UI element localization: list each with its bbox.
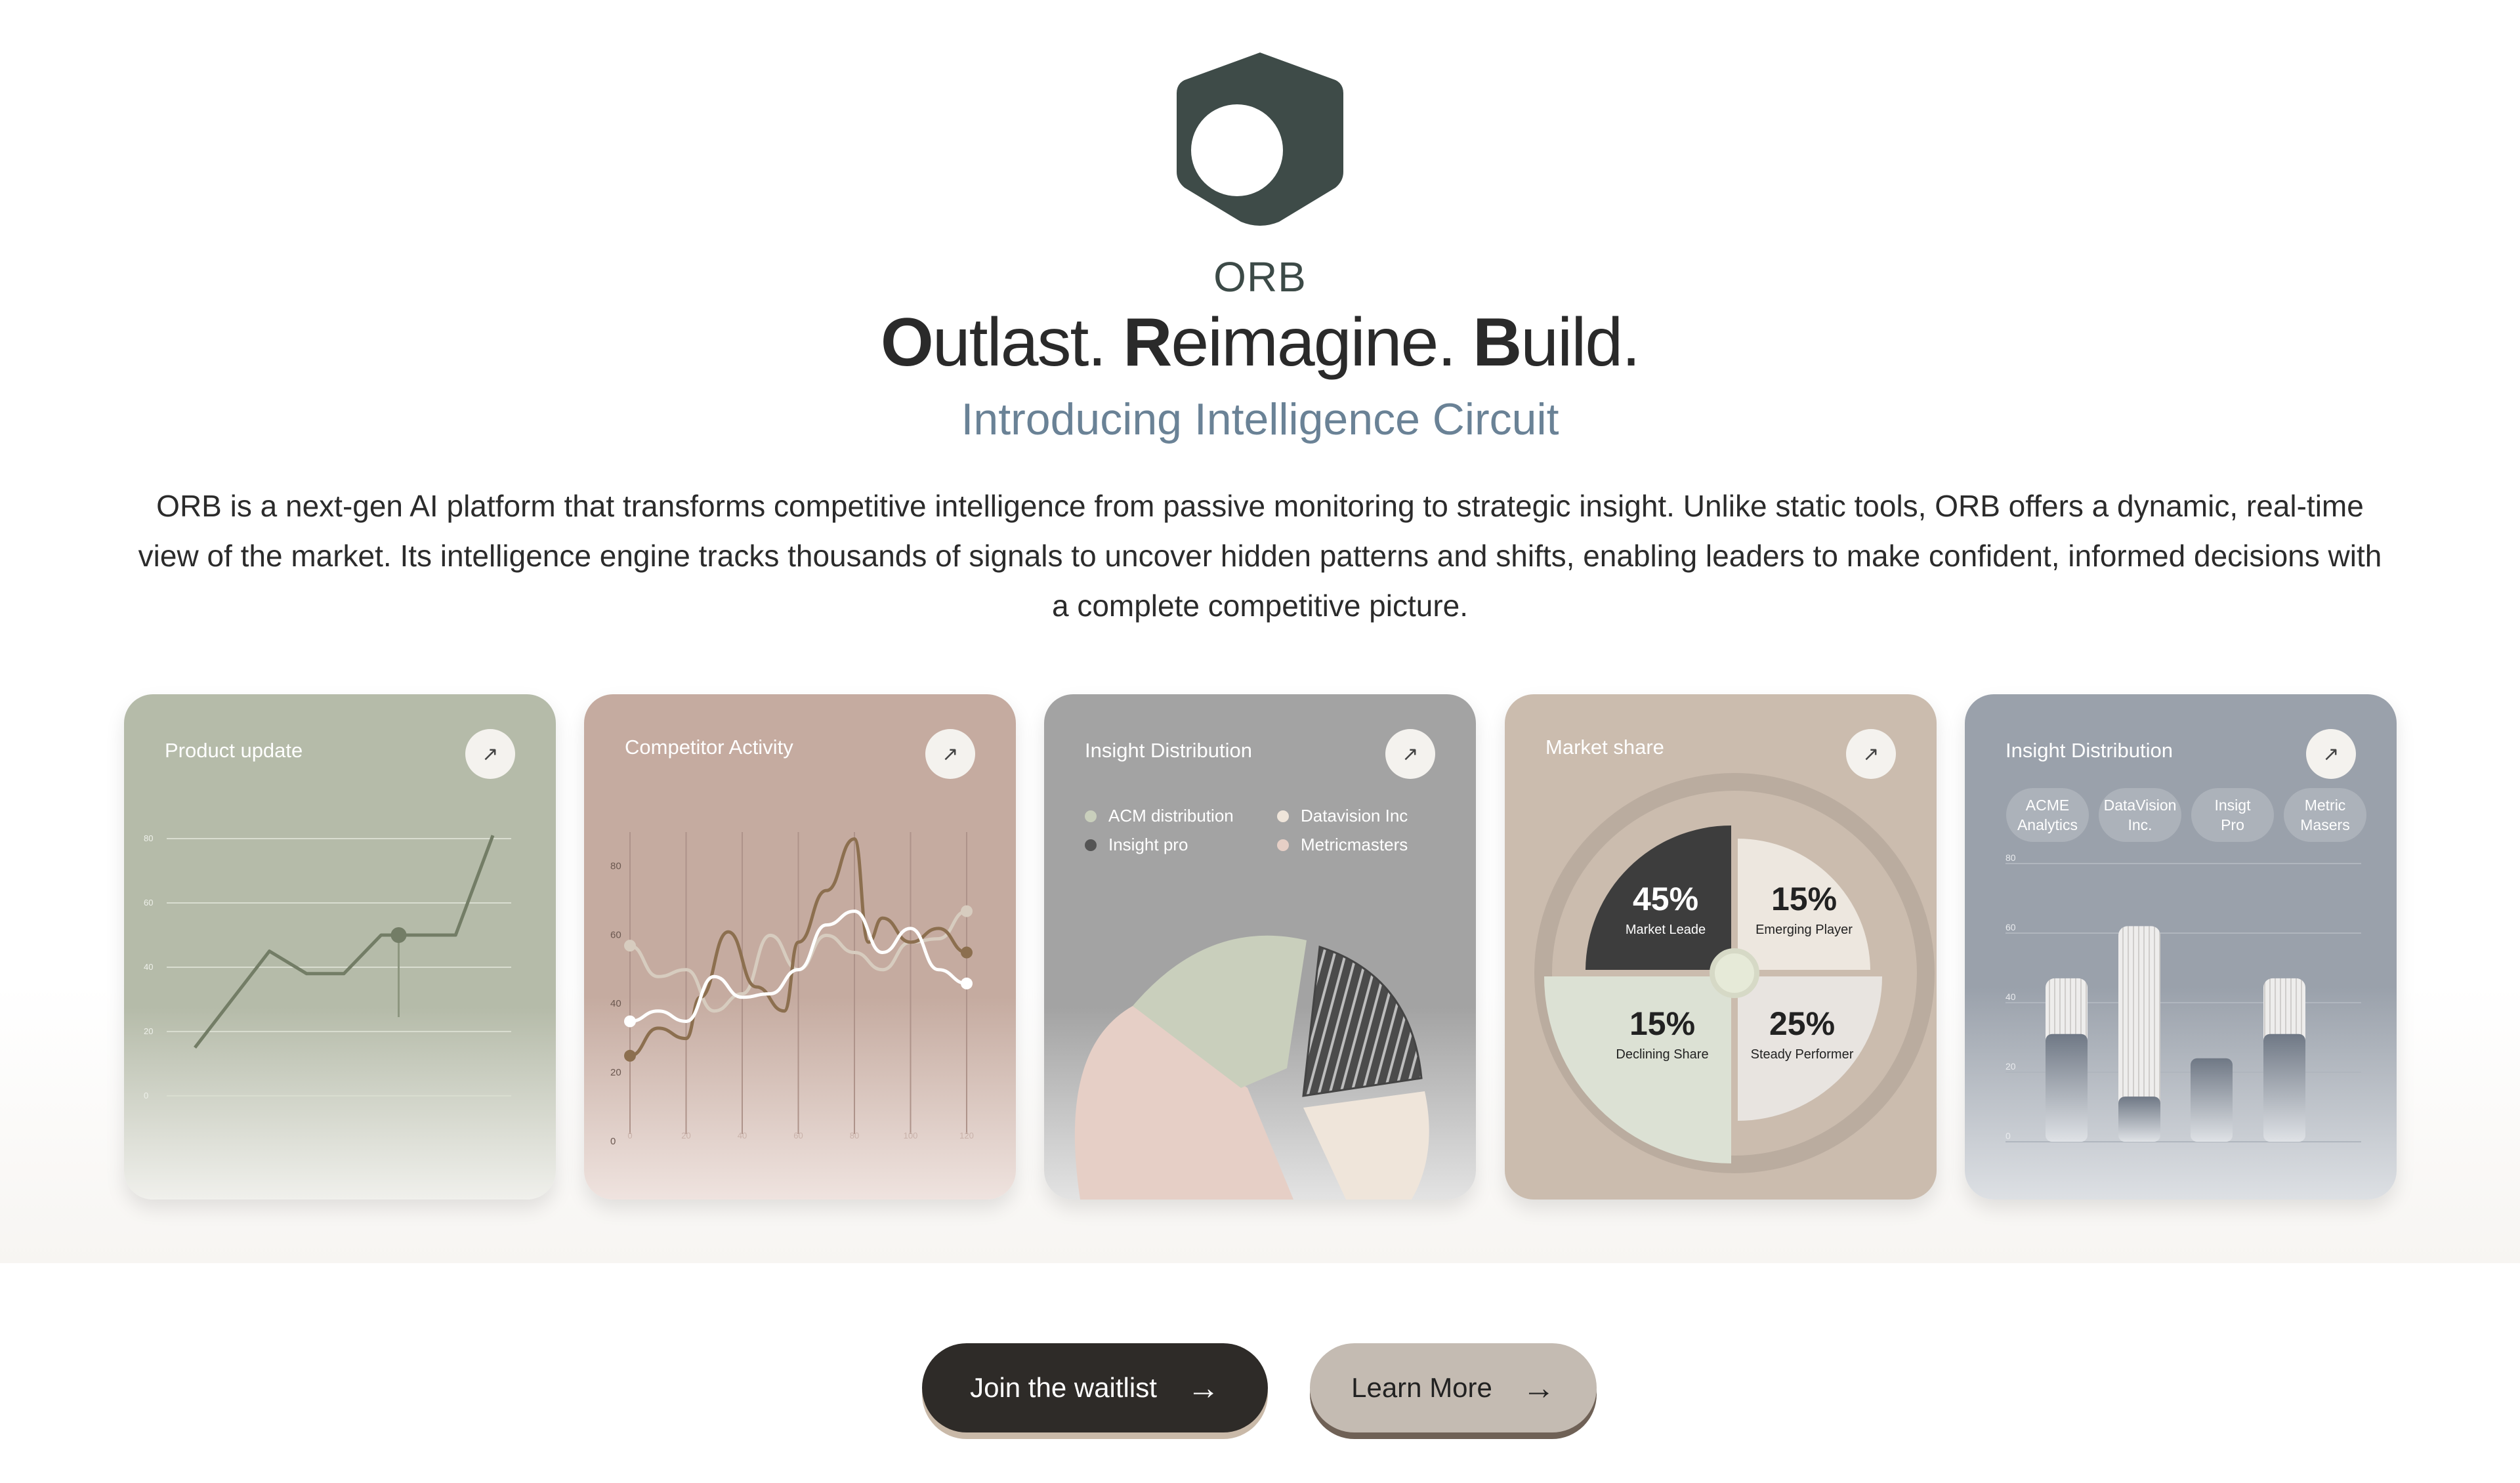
y-tick-label: 60 xyxy=(610,929,621,940)
slice-value: 25% xyxy=(1769,1005,1836,1042)
card-title: Competitor Activity xyxy=(625,736,793,759)
open-card-button[interactable]: ↗ xyxy=(1385,729,1435,779)
legend-swatch xyxy=(1277,810,1289,822)
bar-lower xyxy=(2046,1034,2088,1142)
x-tick-label: 60 xyxy=(793,1131,803,1140)
button-label: Learn More xyxy=(1351,1372,1492,1403)
line-series xyxy=(194,835,495,1049)
y-tick-label: 60 xyxy=(2006,922,2016,932)
slice-value: 15% xyxy=(1771,881,1838,917)
card-competitor-activity[interactable]: 0 20 40 60 80 100 120 80 60 40 20 0 Competitor Acti… xyxy=(584,694,1016,1200)
legend-swatch xyxy=(1085,839,1097,851)
y-tick-label: 40 xyxy=(144,962,153,972)
x-tick-label: 100 xyxy=(904,1131,918,1140)
card-title: Product update xyxy=(165,739,303,762)
orb-logo-icon xyxy=(1177,52,1343,226)
pie-slice-insight-pro xyxy=(1302,946,1423,1097)
y-tick-label: 20 xyxy=(144,1026,153,1036)
y-tick-label: 60 xyxy=(144,898,153,908)
data-point-marker xyxy=(624,1015,636,1028)
slice-label: Steady Performer xyxy=(1750,1047,1854,1062)
arrow-right-icon: → xyxy=(1522,1369,1555,1406)
center-knob xyxy=(1710,948,1759,998)
x-tick-label: 20 xyxy=(681,1131,690,1140)
y-tick-label: 40 xyxy=(610,998,621,1009)
slice-value: 45% xyxy=(1632,881,1699,917)
card-insight-distribution[interactable]: Insight Distribution ↗ ACM distribution … xyxy=(1044,694,1476,1200)
legend-item: Insight pro xyxy=(1085,835,1188,855)
learn-more-button[interactable]: Learn More → xyxy=(1310,1343,1597,1432)
y-tick-label: 0 xyxy=(2006,1131,2011,1141)
button-label: Join the waitlist xyxy=(970,1372,1157,1403)
arrow-up-right-icon: ↗ xyxy=(482,743,499,765)
join-waitlist-button[interactable]: Join the waitlist → xyxy=(922,1343,1268,1432)
slice-value: 15% xyxy=(1629,1005,1696,1042)
y-tick-label: 80 xyxy=(144,833,153,843)
data-point-marker xyxy=(961,977,973,990)
x-tick-label: 80 xyxy=(850,1131,859,1140)
slice-label: Declining Share xyxy=(1616,1047,1709,1062)
y-tick-label: 80 xyxy=(610,860,621,871)
data-point-marker xyxy=(624,940,636,952)
open-card-button[interactable]: ↗ xyxy=(925,729,975,779)
y-tick-label: 0 xyxy=(610,1136,616,1147)
legend-swatch xyxy=(1277,839,1289,851)
bar-lower xyxy=(2263,1034,2305,1142)
subheadline: Introducing Intelligence Circuit xyxy=(961,394,1559,444)
card-title: Insight Distribution xyxy=(2006,739,2174,762)
y-tick-label: 40 xyxy=(2006,992,2016,1002)
legend-item: Datavision Inc xyxy=(1277,806,1408,826)
open-card-button[interactable]: ↗ xyxy=(465,729,515,779)
filter-pill[interactable]: Metric Masers xyxy=(2284,788,2366,842)
data-point-marker xyxy=(390,927,407,943)
brand-name: ORB xyxy=(1213,253,1307,301)
slice-label: Emerging Player xyxy=(1755,923,1853,937)
open-card-button[interactable]: ↗ xyxy=(2306,729,2356,779)
description: ORB is a next-gen AI platform that trans… xyxy=(138,489,2382,623)
open-card-button[interactable]: ↗ xyxy=(1846,729,1896,779)
y-tick-label: 80 xyxy=(2006,852,2016,863)
y-tick-label: 20 xyxy=(2006,1061,2016,1072)
data-point-marker xyxy=(961,905,973,917)
bar-lower xyxy=(2118,1097,2160,1142)
arrow-up-right-icon: ↗ xyxy=(1402,743,1419,765)
bar-lower xyxy=(2191,1058,2233,1142)
legend-item: Metricmasters xyxy=(1277,835,1408,855)
arrow-up-right-icon: ↗ xyxy=(942,743,959,765)
x-tick-label: 0 xyxy=(627,1131,632,1140)
x-tick-label: 40 xyxy=(738,1131,747,1140)
arrow-up-right-icon: ↗ xyxy=(2322,743,2340,765)
filter-pill[interactable]: ACME Analytics xyxy=(2006,788,2089,842)
filter-pill[interactable]: Insigt Pro xyxy=(2191,788,2274,842)
x-tick-label: 120 xyxy=(959,1131,974,1140)
headline: Outlast. Reimagine. Build. xyxy=(880,304,1641,381)
slice-label: Market Leade xyxy=(1625,923,1706,937)
legend-item: ACM distribution xyxy=(1085,806,1234,826)
card-title: Market share xyxy=(1545,736,1664,759)
card-title: Insight Distribution xyxy=(1085,739,1253,762)
data-point-marker xyxy=(961,946,973,959)
y-tick-label: 20 xyxy=(610,1067,621,1078)
card-insight-distribution-bars[interactable]: 80 60 40 20 0 Insight Distribution ↗ ACME Ana… xyxy=(1965,694,2397,1200)
data-point-marker xyxy=(624,1049,636,1062)
arrow-right-icon: → xyxy=(1186,1369,1220,1406)
y-tick-label: 0 xyxy=(144,1091,148,1100)
arrow-up-right-icon: ↗ xyxy=(1862,743,1880,765)
pie-slice-datavision xyxy=(1303,1091,1429,1200)
filter-pill[interactable]: DataVision Inc. xyxy=(2099,788,2181,842)
card-product-update[interactable]: 80 60 40 20 0 Product update ↗ xyxy=(124,694,556,1200)
legend-swatch xyxy=(1085,810,1097,822)
card-market-share[interactable]: Market share ↗ 45% Market Leade 15% Emer… xyxy=(1505,694,1937,1200)
